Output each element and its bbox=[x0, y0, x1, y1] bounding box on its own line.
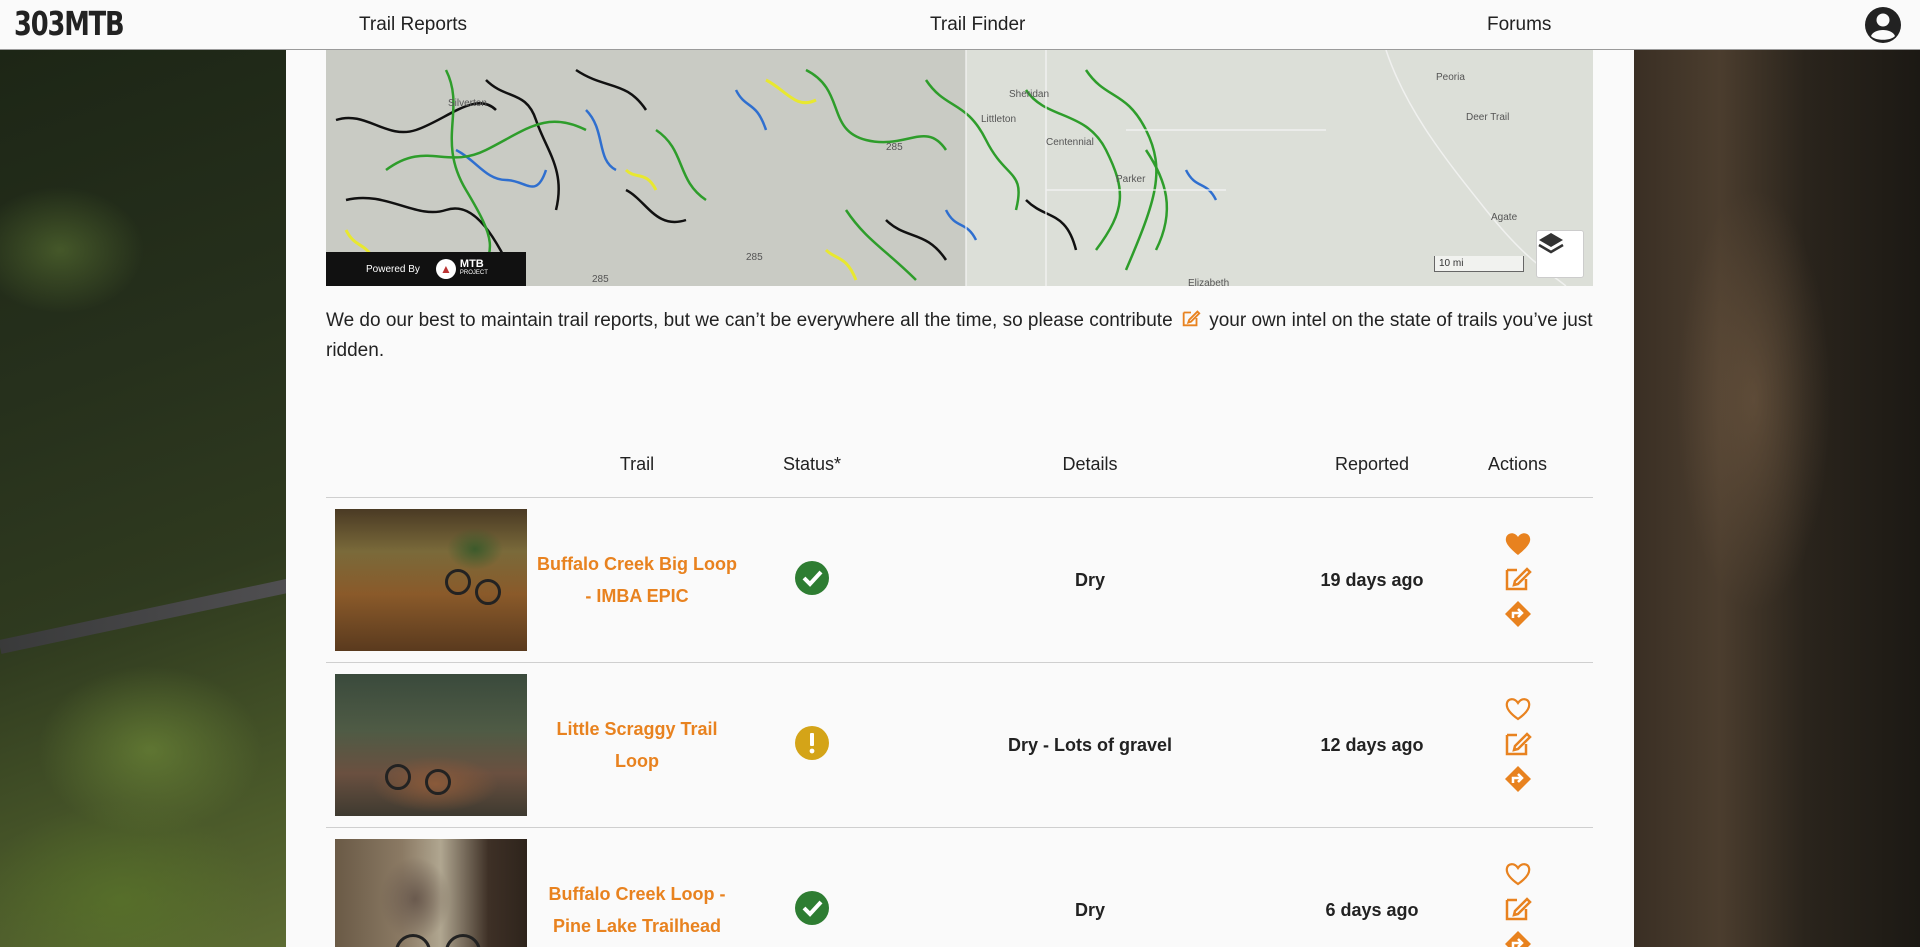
trail-image-cell bbox=[326, 497, 528, 663]
intro-text-before: We do our best to maintain trail reports… bbox=[326, 310, 1173, 331]
header-reported[interactable]: Reported bbox=[1302, 432, 1442, 498]
table-header-row: Trail Status* Details Reported Actions bbox=[326, 432, 1593, 498]
map-layers-button[interactable] bbox=[1536, 230, 1584, 278]
layers-icon bbox=[1538, 233, 1564, 254]
trail-reports-table: Trail Status* Details Reported Actions B… bbox=[326, 432, 1593, 947]
contribute-edit-icon[interactable] bbox=[1180, 307, 1202, 329]
directions-icon[interactable] bbox=[1503, 599, 1533, 629]
exclamation-circle-icon bbox=[795, 725, 829, 760]
top-navbar: 303MTB Trail Reports Trail Finder Forums bbox=[0, 0, 1920, 50]
edit-icon[interactable] bbox=[1503, 728, 1533, 758]
trail-link[interactable]: Little Scraggy Trail Loop bbox=[532, 713, 742, 777]
trail-image-cell bbox=[326, 662, 528, 828]
svg-text:Elizabeth: Elizabeth bbox=[1188, 278, 1229, 286]
map-tiles: Silverton Sheridan Littleton Centennial … bbox=[326, 50, 1593, 286]
main-content: Silverton Sheridan Littleton Centennial … bbox=[286, 50, 1634, 947]
table-row: Little Scraggy Trail Loop Dry - Lots of … bbox=[326, 662, 1593, 828]
trail-photo[interactable] bbox=[335, 839, 527, 947]
heart-outline-icon[interactable] bbox=[1504, 696, 1532, 722]
nav-trail-finder[interactable]: Trail Finder bbox=[930, 14, 1025, 36]
table-row: Buffalo Creek Big Loop - IMBA EPIC Dry 1… bbox=[326, 497, 1593, 663]
background-forest-left bbox=[0, 50, 295, 947]
status-cell bbox=[746, 497, 878, 663]
details-cell: Dry - Lots of gravel bbox=[878, 662, 1302, 828]
details-cell: Dry bbox=[878, 827, 1302, 947]
header-trail[interactable]: Trail bbox=[528, 432, 746, 498]
edit-icon[interactable] bbox=[1503, 563, 1533, 593]
trail-link[interactable]: Buffalo Creek Big Loop - IMBA EPIC bbox=[532, 548, 742, 612]
edit-icon[interactable] bbox=[1503, 893, 1533, 923]
header-details: Details bbox=[878, 432, 1302, 498]
svg-text:Littleton: Littleton bbox=[981, 114, 1016, 125]
nav-trail-reports[interactable]: Trail Reports bbox=[359, 14, 467, 36]
svg-text:Silverton: Silverton bbox=[448, 98, 487, 109]
reported-cell: 6 days ago bbox=[1302, 827, 1442, 947]
svg-text:Centennial: Centennial bbox=[1046, 137, 1094, 148]
directions-icon[interactable] bbox=[1503, 764, 1533, 794]
powered-by-label: Powered By bbox=[366, 263, 420, 275]
heart-icon[interactable] bbox=[1504, 531, 1532, 557]
status-cell bbox=[746, 662, 878, 828]
table-row: Buffalo Creek Loop - Pine Lake Trailhead… bbox=[326, 827, 1593, 947]
svg-text:285: 285 bbox=[592, 274, 609, 285]
map-scale: 10 mi bbox=[1434, 256, 1524, 272]
trail-photo[interactable] bbox=[335, 509, 527, 651]
trail-map[interactable]: Silverton Sheridan Littleton Centennial … bbox=[326, 50, 1593, 286]
intro-paragraph: We do our best to maintain trail reports… bbox=[326, 306, 1593, 366]
mtb-project-logo: ▲ MTB PROJECT bbox=[435, 259, 488, 279]
check-circle-icon bbox=[795, 560, 829, 595]
svg-text:Parker: Parker bbox=[1116, 174, 1146, 185]
trail-name-cell: Buffalo Creek Big Loop - IMBA EPIC bbox=[528, 497, 746, 663]
svg-text:Sheridan: Sheridan bbox=[1009, 89, 1049, 100]
mtb-project-icon: ▲ bbox=[435, 259, 456, 279]
header-status[interactable]: Status* bbox=[746, 432, 878, 498]
powered-by-badge[interactable]: Powered By ▲ MTB PROJECT bbox=[326, 252, 526, 286]
directions-icon[interactable] bbox=[1503, 929, 1533, 947]
details-cell: Dry bbox=[878, 497, 1302, 663]
check-circle-icon bbox=[795, 890, 829, 925]
user-account-icon[interactable] bbox=[1864, 6, 1902, 44]
svg-text:285: 285 bbox=[746, 252, 763, 263]
status-cell bbox=[746, 827, 878, 947]
svg-text:Peoria: Peoria bbox=[1436, 72, 1465, 83]
mtb-project-sub: PROJECT bbox=[459, 270, 488, 276]
heart-outline-icon[interactable] bbox=[1504, 861, 1532, 887]
background-tree-right bbox=[1634, 50, 1920, 947]
nav-forums[interactable]: Forums bbox=[1487, 14, 1551, 36]
header-image bbox=[326, 432, 528, 498]
reported-cell: 12 days ago bbox=[1302, 662, 1442, 828]
svg-text:285: 285 bbox=[886, 142, 903, 153]
actions-cell bbox=[1442, 827, 1593, 947]
trail-image-cell bbox=[326, 827, 528, 947]
trail-name-cell: Buffalo Creek Loop - Pine Lake Trailhead bbox=[528, 827, 746, 947]
trail-name-cell: Little Scraggy Trail Loop bbox=[528, 662, 746, 828]
header-actions: Actions bbox=[1442, 432, 1593, 498]
actions-cell bbox=[1442, 662, 1593, 828]
reported-cell: 19 days ago bbox=[1302, 497, 1442, 663]
trail-photo[interactable] bbox=[335, 674, 527, 816]
svg-text:Agate: Agate bbox=[1491, 212, 1518, 223]
actions-cell bbox=[1442, 497, 1593, 663]
svg-text:Deer Trail: Deer Trail bbox=[1466, 112, 1509, 123]
site-logo[interactable]: 303MTB bbox=[14, 4, 125, 43]
trail-link[interactable]: Buffalo Creek Loop - Pine Lake Trailhead bbox=[532, 878, 742, 942]
